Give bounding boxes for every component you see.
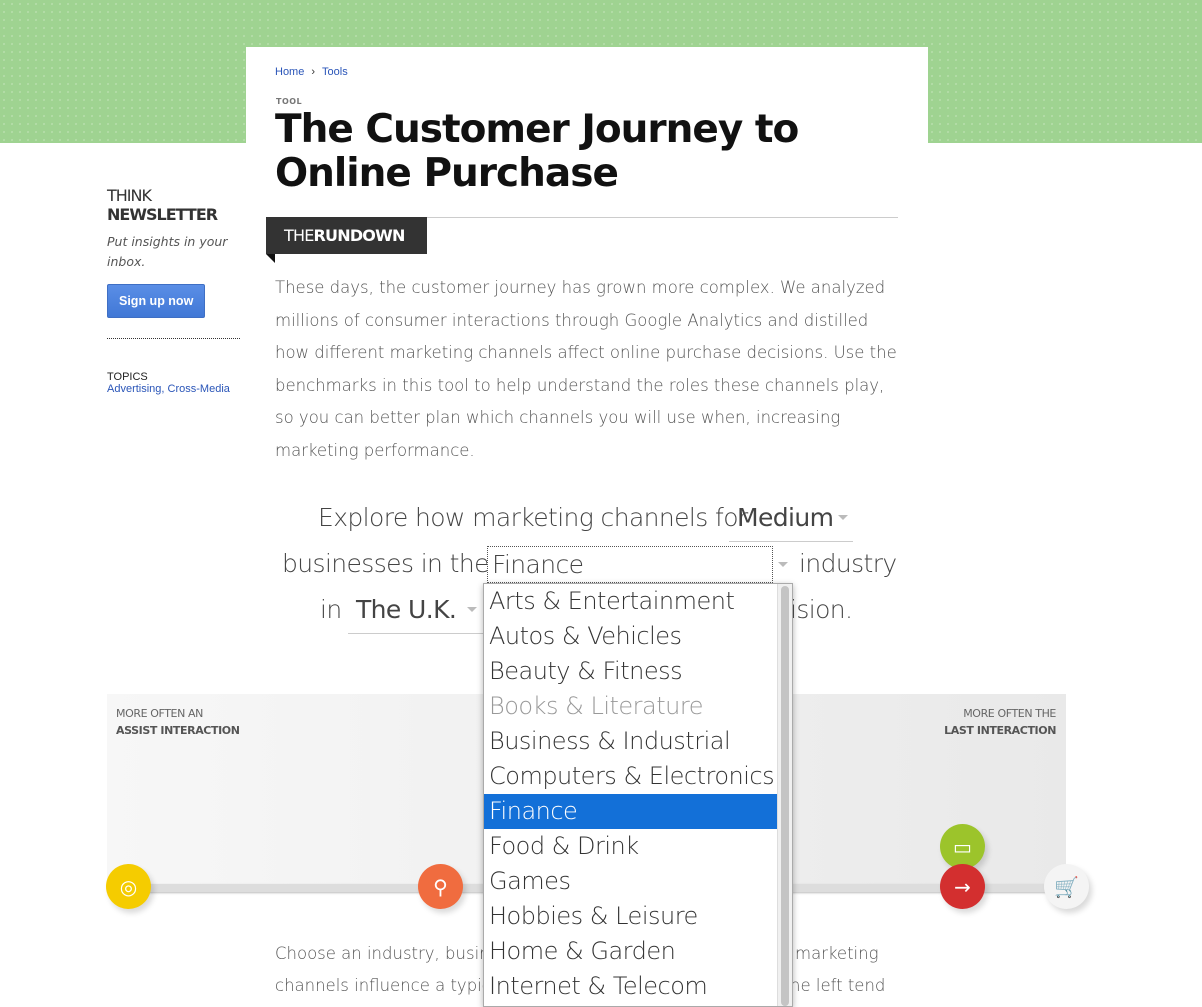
sign-up-button[interactable]: Sign up now	[107, 284, 206, 318]
bottom-text: he left tend	[790, 976, 886, 995]
topics-links[interactable]: Advertising, Cross-Media	[107, 383, 240, 395]
dropdown-option[interactable]: Games	[484, 864, 777, 899]
intro-paragraph: These days, the customer journey has gro…	[275, 278, 897, 460]
rundown-label: THERUNDOWN	[266, 217, 427, 254]
bottom-text: Choose an industry, busin	[275, 944, 490, 963]
chevron-down-icon	[778, 562, 788, 567]
explore-text-4: in	[320, 595, 342, 624]
industry-select[interactable]: Finance	[487, 546, 773, 583]
dropdown-option[interactable]: Autos & Vehicles	[484, 619, 777, 654]
assist-label-bottom: ASSIST INTERACTION	[116, 724, 240, 737]
social-icon[interactable]: ▭	[940, 824, 985, 869]
cart-icon[interactable]: 🛒	[1044, 864, 1089, 909]
ribbon-fold	[266, 254, 275, 263]
assist-label-top: MORE OFTEN AN	[116, 707, 203, 720]
topics-label: TOPICS	[107, 371, 148, 383]
industry-dropdown-list[interactable]: Arts & Entertainment Autos & Vehicles Beau…	[483, 583, 793, 1007]
dropdown-option[interactable]: Food & Drink	[484, 829, 777, 864]
explore-text-5: ision.	[790, 595, 853, 624]
think-label: THINK	[107, 186, 152, 205]
breadcrumb-home[interactable]: Home	[275, 66, 304, 78]
breadcrumb-tools[interactable]: Tools	[322, 66, 348, 78]
dropdown-option[interactable]: Internet & Telecom	[484, 969, 777, 1004]
dropdown-option[interactable]: Home & Garden	[484, 934, 777, 969]
dropdown-option[interactable]: Computers & Electronics	[484, 759, 777, 794]
assist-label: MORE OFTEN AN ASSIST INTERACTION	[116, 705, 240, 739]
explore-text-1: Explore how marketing channels for	[318, 503, 748, 532]
last-label: MORE OFTEN THE LAST INTERACTION	[900, 705, 1056, 739]
rundown-bold: RUNDOWN	[313, 226, 406, 245]
scrollbar[interactable]	[777, 584, 792, 1006]
chevron-down-icon	[467, 607, 477, 612]
bottom-text: marketing	[795, 944, 879, 963]
bottom-text: channels influence a typic	[275, 976, 491, 995]
explore-text-3: industry	[799, 549, 897, 578]
dropdown-option[interactable]: Books & Literature	[484, 689, 777, 724]
size-select[interactable]: Medium	[729, 503, 853, 542]
breadcrumb: Home › Tools	[275, 66, 348, 78]
newsletter-sidebar: THINK NEWSLETTER Put insights in your in…	[107, 186, 240, 395]
dropdown-option[interactable]: Hobbies & Leisure	[484, 899, 777, 934]
explore-text-2: businesses in the	[282, 549, 489, 578]
last-label-bottom: LAST INTERACTION	[944, 724, 1056, 737]
rundown-the: THE	[284, 226, 314, 245]
chevron-down-icon	[838, 515, 848, 520]
dropdown-option[interactable]: Finance	[484, 794, 777, 829]
eyebrow-label: TOOL	[276, 97, 303, 106]
country-value: The U.K.	[356, 595, 457, 624]
dropdown-option[interactable]: Business & Industrial	[484, 724, 777, 759]
scrollbar-thumb[interactable]	[781, 586, 789, 1006]
country-select[interactable]: The U.K.	[348, 595, 483, 634]
dotted-divider	[107, 338, 240, 339]
search-icon[interactable]: ⚲	[418, 864, 463, 909]
direct-icon[interactable]: →	[940, 864, 985, 909]
dropdown-option[interactable]: Beauty & Fitness	[484, 654, 777, 689]
size-value: Medium	[737, 503, 834, 532]
last-label-top: MORE OFTEN THE	[963, 707, 1056, 720]
breadcrumb-separator: ›	[311, 66, 316, 78]
newsletter-label: NEWSLETTER	[107, 205, 218, 224]
dropdown-option[interactable]: Arts & Entertainment	[484, 584, 777, 619]
industry-value: Finance	[492, 550, 584, 579]
page-title: The Customer Journey to Online Purchase	[275, 107, 799, 196]
newsletter-tagline: Put insights in your inbox.	[107, 234, 228, 269]
display-icon[interactable]: ◎	[106, 864, 151, 909]
